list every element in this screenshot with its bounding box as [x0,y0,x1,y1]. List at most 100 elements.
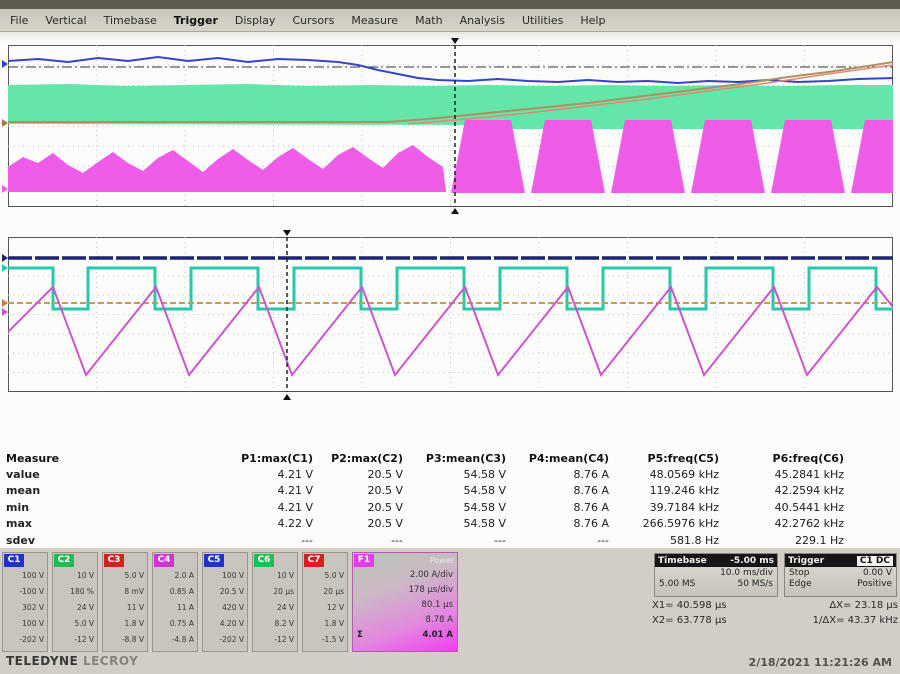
tan-level-marker-icon[interactable] [2,299,8,307]
top-cursor-bottom-marker-icon[interactable] [451,208,459,214]
measure-cell: --- [403,534,506,547]
measure-cell: 48.0569 kHz [609,468,719,481]
measure-cell: 4.22 V [121,517,313,530]
measure-cell: 119.246 kHz [609,484,719,497]
channel-box-c4[interactable]: C42.0 A0.85 A11 A0.75 A-4.8 A [152,552,198,652]
measure-cell: 8.76 A [506,468,609,481]
teal-level-marker-icon[interactable] [2,264,8,272]
channel-badge: C4 [154,554,174,567]
c1-level-marker-icon[interactable] [2,60,8,68]
channel-box-c6[interactable]: C610 V20 µs24 V8.2 V-12 V [252,552,298,652]
measure-param-header[interactable]: P2:max(C2) [313,452,403,465]
magenta-level-marker-icon[interactable] [2,308,8,316]
menu-shadow [0,32,900,42]
measure-cell: 4.21 V [121,468,313,481]
menu-timebase[interactable]: Timebase [104,14,157,27]
measure-param-header[interactable]: P6:freq(C6) [719,452,844,465]
channel-box-row: 5.0 V [103,568,147,584]
channel-box-row: 20.5 V [203,584,247,600]
channel-box-c7[interactable]: C75.0 V20 µs12 V1.8 V-1.5 V [302,552,348,652]
channel-box-row: 24 V [53,600,97,616]
bottom-waveform-grid[interactable] [8,237,893,392]
menu-cursors[interactable]: Cursors [292,14,334,27]
math-box-foot-value: 4.01 A [422,628,453,643]
top-waveform-grid[interactable] [8,45,893,207]
channel-box-row: 11 V [103,600,147,616]
dx-label: ΔX= [829,600,851,611]
descriptor-area: C1100 V-100 V302 V100 V-202 VC210 V180 %… [0,548,900,674]
top-cursor-top-marker-icon[interactable] [451,38,459,44]
measure-cell: --- [313,534,403,547]
timebase-panel[interactable]: Timebase -5.00 ms 10.0 ms/div 5.00 MS 50… [654,553,778,597]
measure-param-header[interactable]: P3:mean(C3) [403,452,506,465]
c4-level-marker-icon[interactable] [2,185,8,193]
measure-param-header[interactable]: P4:mean(C4) [506,452,609,465]
math-box-f1[interactable]: F1 Power 2.00 A/div 178 µs/div 80.1 µs 8… [352,552,458,652]
measure-row-label: max [6,517,121,530]
channel-box-row: 20 µs [253,584,297,600]
measure-cell: 20.5 V [313,484,403,497]
cursor-readout: X1= 40.598 µs ΔX= 23.18 µs X2= 63.778 µs… [652,600,898,630]
channel-box-c3[interactable]: C35.0 V8 mV11 V1.8 V-8.8 V [102,552,148,652]
x2-value: 63.778 µs [677,615,727,626]
measure-cell: 54.58 V [403,468,506,481]
measure-cell: 4.21 V [121,484,313,497]
trigger-mode: Stop [789,568,809,578]
channel-box-row: 1.8 V [303,616,347,632]
sigma-icon: Σ [357,628,363,643]
f1-badge: F1 [354,554,374,567]
measure-cell: 54.58 V [403,501,506,514]
trigger-panel[interactable]: Trigger C1 DC Stop 0.00 V Edge Positive [784,553,897,597]
measure-cell: 40.5441 kHz [719,501,844,514]
bottom-cursor-top-marker-icon[interactable] [283,230,291,236]
channel-box-row: 1.8 V [103,616,147,632]
measure-row-label: sdev [6,534,121,547]
math-box-row: 178 µs/div [353,583,457,598]
trigger-source-badge: C1 DC [857,556,893,566]
channel-box-row: 11 A [153,600,197,616]
clock: 2/18/2021 11:21:26 AM [749,656,892,669]
menu-file[interactable]: File [10,14,28,27]
bottom-cursor-bottom-marker-icon[interactable] [283,394,291,400]
navy-level-marker-icon[interactable] [2,254,8,262]
window-titlebar [0,0,900,9]
measure-cell: --- [506,534,609,547]
channel-box-c1[interactable]: C1100 V-100 V302 V100 V-202 V [2,552,48,652]
measure-row-label: mean [6,484,121,497]
menu-math[interactable]: Math [415,14,443,27]
measure-row-max: max4.22 V20.5 V54.58 V8.76 A266.5976 kHz… [6,516,894,532]
trigger-title: Trigger [788,556,824,566]
measure-row-label: value [6,468,121,481]
menu-display[interactable]: Display [235,14,276,27]
channel-box-c5[interactable]: C5100 V20.5 V420 V4.20 V-202 V [202,552,248,652]
measure-cell: --- [121,534,313,547]
menu-utilities[interactable]: Utilities [522,14,563,27]
channel-box-row: 8.2 V [253,616,297,632]
c4-area-right [446,120,893,193]
channel-badge: C2 [54,554,74,567]
menu-trigger[interactable]: Trigger [174,14,218,27]
measure-row-label: min [6,501,121,514]
channel-box-row: 302 V [3,600,47,616]
menu-vertical[interactable]: Vertical [45,14,86,27]
menu-help[interactable]: Help [580,14,605,27]
c4-area-left [8,145,446,192]
menu-measure[interactable]: Measure [351,14,398,27]
measure-cell: 4.21 V [121,501,313,514]
trigger-slope: Positive [857,579,892,589]
waveform-area: MeasureP1:max(C1)P2:max(C2)P3:mean(C3)P4… [0,42,900,548]
measure-row-value: value4.21 V20.5 V54.58 V8.76 A48.0569 kH… [6,466,894,482]
brand-sub: LECROY [83,654,138,668]
x1-label: X1= [652,600,674,611]
measure-param-header[interactable]: P1:max(C1) [121,452,313,465]
gridlines [8,237,893,392]
channel-box-row: 0.75 A [153,616,197,632]
c3-level-marker-icon[interactable] [2,119,8,127]
math-box-title: Power [430,556,457,565]
x1-value: 40.598 µs [677,600,727,611]
measure-cell: 229.1 Hz [719,534,844,547]
menu-analysis[interactable]: Analysis [460,14,505,27]
measure-param-header[interactable]: P5:freq(C5) [609,452,719,465]
channel-box-c2[interactable]: C210 V180 %24 V5.0 V-12 V [52,552,98,652]
measure-cell: 42.2594 kHz [719,484,844,497]
